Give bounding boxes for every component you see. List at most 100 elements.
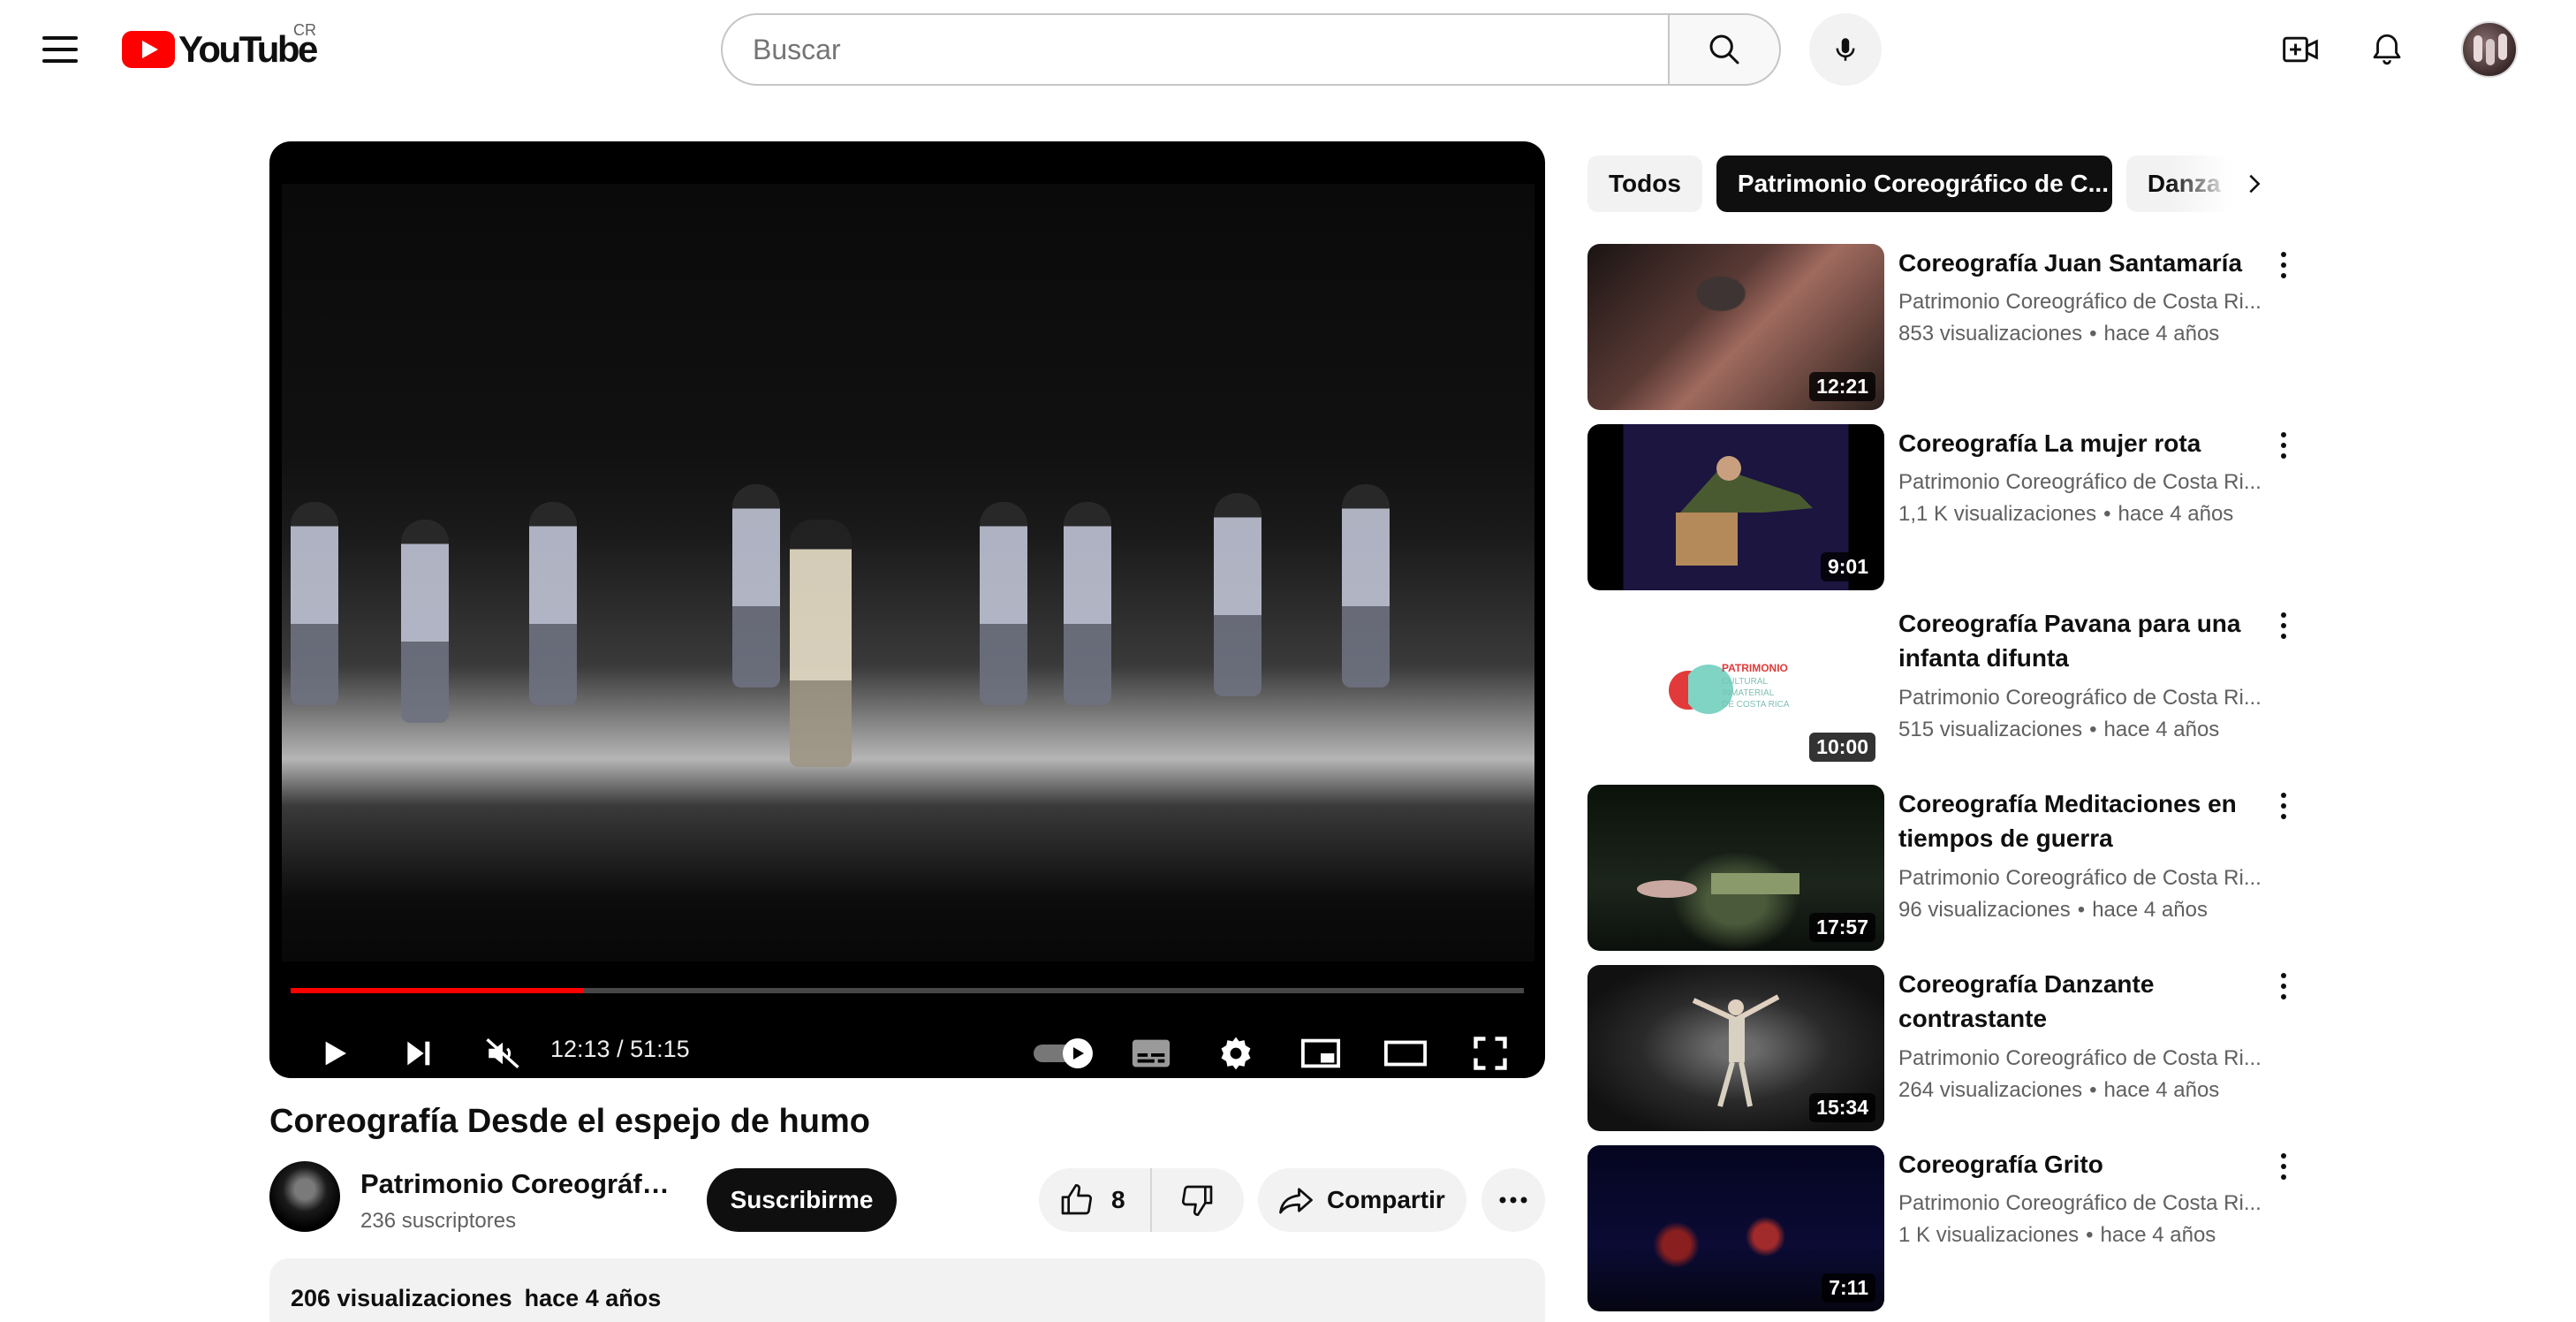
svg-text:CULTURAL: CULTURAL xyxy=(1722,677,1768,687)
like-dislike-group: 8 xyxy=(1039,1168,1244,1232)
search-input[interactable] xyxy=(753,33,1668,66)
video-thumbnail[interactable]: PATRIMONIO CULTURAL INMATERIAL DE COSTA … xyxy=(1587,604,1884,771)
video-thumbnail[interactable]: 17:57 xyxy=(1587,785,1884,951)
voice-search-button[interactable] xyxy=(1809,13,1882,86)
recommendation-item[interactable]: 15:34 Coreografía Danzante contrastante … xyxy=(1587,965,2294,1131)
video-thumbnail[interactable]: 15:34 xyxy=(1587,965,1884,1131)
recommendation-item[interactable]: 17:57 Coreografía Meditaciones en tiempo… xyxy=(1587,785,2294,951)
progress-bar[interactable] xyxy=(291,988,1524,993)
theater-mode-button[interactable] xyxy=(1377,1025,1434,1078)
recommendation-age: hace 4 años xyxy=(2103,1078,2220,1102)
subscribe-button[interactable]: Suscribirme xyxy=(707,1168,897,1232)
like-button[interactable]: 8 xyxy=(1039,1168,1152,1232)
chip-todos[interactable]: Todos xyxy=(1587,156,1702,212)
progress-played xyxy=(291,988,585,993)
video-duration: 9:01 xyxy=(1820,552,1875,581)
recommendation-views: 96 visualizaciones xyxy=(1898,898,2071,922)
more-options-icon[interactable] xyxy=(2266,1145,2301,1188)
dancer-figure xyxy=(732,484,780,688)
more-options-icon[interactable] xyxy=(2266,785,2301,827)
video-player[interactable]: 12:13 / 51:15 xyxy=(269,141,1545,1078)
svg-text:PATRIMONIO: PATRIMONIO xyxy=(1722,662,1788,674)
more-options-icon[interactable] xyxy=(2266,965,2301,1007)
recommendation-item[interactable]: 9:01 Coreografía La mujer rota Patrimoni… xyxy=(1587,424,2294,590)
time-display: 12:13 / 51:15 xyxy=(550,1036,690,1062)
video-thumbnail[interactable]: 9:01 xyxy=(1587,424,1884,590)
more-options-icon[interactable] xyxy=(2266,604,2301,647)
theater-mode-icon xyxy=(1383,1040,1428,1067)
account-avatar[interactable] xyxy=(2461,21,2518,78)
play-icon xyxy=(325,1041,346,1066)
search-button[interactable] xyxy=(1668,13,1781,86)
region-code: CR xyxy=(293,21,316,39)
skip-next-icon xyxy=(407,1041,430,1066)
masthead: YouTube CR xyxy=(0,0,2576,99)
recommendation-item[interactable]: PATRIMONIO CULTURAL INMATERIAL DE COSTA … xyxy=(1587,604,2294,771)
notifications-bell-icon xyxy=(2373,34,2401,65)
dancer-figure xyxy=(291,502,338,705)
view-count: 206 visualizaciones xyxy=(291,1285,512,1311)
gear-icon xyxy=(1221,1037,1251,1070)
more-actions-button[interactable] xyxy=(1481,1168,1545,1232)
miniplayer-button[interactable] xyxy=(1292,1025,1349,1078)
mute-button[interactable] xyxy=(474,1025,531,1078)
recommendation-views: 515 visualizaciones xyxy=(1898,718,2083,741)
recommendation-meta: Patrimonio Coreográfico de Costa Ri... 9… xyxy=(1898,862,2269,926)
share-button[interactable]: Compartir xyxy=(1258,1168,1466,1232)
search-bar xyxy=(721,13,1781,86)
recommendation-title[interactable]: Coreografía La mujer rota xyxy=(1898,426,2269,460)
more-options-icon[interactable] xyxy=(2266,244,2301,286)
recommendation-channel[interactable]: Patrimonio Coreográfico de Costa Ri... xyxy=(1898,286,2269,318)
notifications-button[interactable] xyxy=(2353,16,2421,83)
dislike-button[interactable] xyxy=(1152,1168,1244,1232)
description-box[interactable]: 206 visualizaciones hace 4 años xyxy=(269,1258,1545,1322)
search-box[interactable] xyxy=(721,13,1668,86)
more-options-icon[interactable] xyxy=(2266,424,2301,467)
video-title: Coreografía Desde el espejo de humo xyxy=(269,1103,870,1140)
recommendation-views: 853 visualizaciones xyxy=(1898,322,2083,346)
menu-icon[interactable] xyxy=(35,27,85,72)
share-arrow-icon xyxy=(1279,1188,1313,1214)
recommendation-title[interactable]: Coreografía Juan Santamaría xyxy=(1898,246,2269,280)
recommendation-channel[interactable]: Patrimonio Coreográfico de Costa Ri... xyxy=(1898,1043,2269,1075)
recommendation-title[interactable]: Coreografía Grito xyxy=(1898,1147,2269,1181)
create-video-icon xyxy=(2283,36,2318,63)
video-thumbnail[interactable]: 12:21 xyxy=(1587,244,1884,410)
chip-channel[interactable]: Patrimonio Coreográfico de C... xyxy=(1716,156,2112,212)
youtube-play-logo-icon xyxy=(122,31,175,68)
dancer-figure xyxy=(1214,493,1261,696)
recommendation-channel[interactable]: Patrimonio Coreográfico de Costa Ri... xyxy=(1898,1188,2269,1219)
fullscreen-button[interactable] xyxy=(1462,1025,1519,1078)
video-duration: 12:21 xyxy=(1809,372,1875,401)
video-thumbnail[interactable]: 7:11 xyxy=(1587,1145,1884,1311)
recommendation-views: 1,1 K visualizaciones xyxy=(1898,502,2097,526)
video-duration: 10:00 xyxy=(1809,733,1875,762)
recommendation-channel[interactable]: Patrimonio Coreográfico de Costa Ri... xyxy=(1898,682,2269,714)
recommendation-title[interactable]: Coreografía Meditaciones en tiempos de g… xyxy=(1898,786,2269,855)
video-duration: 7:11 xyxy=(1822,1273,1875,1303)
settings-button[interactable] xyxy=(1208,1025,1264,1078)
video-frame[interactable] xyxy=(282,184,1534,961)
dancer-figure xyxy=(1064,502,1111,705)
recommendation-channel[interactable]: Patrimonio Coreográfico de Costa Ri... xyxy=(1898,467,2269,498)
dancer-figure xyxy=(1342,484,1390,688)
recommendation-channel[interactable]: Patrimonio Coreográfico de Costa Ri... xyxy=(1898,862,2269,894)
channel-avatar[interactable] xyxy=(269,1161,340,1232)
video-duration: 15:34 xyxy=(1809,1093,1875,1122)
chips-scroll-right-button[interactable] xyxy=(2226,156,2283,212)
subtitles-button[interactable] xyxy=(1123,1025,1179,1078)
recommendation-title[interactable]: Coreografía Danzante contrastante xyxy=(1898,967,2269,1036)
channel-name[interactable]: Patrimonio Coreográfico de Costa Rica xyxy=(360,1168,670,1200)
youtube-logo[interactable]: YouTube xyxy=(122,27,318,72)
next-button[interactable] xyxy=(390,1025,446,1078)
create-button[interactable] xyxy=(2267,16,2334,83)
play-button[interactable] xyxy=(305,1025,361,1078)
recommendation-item[interactable]: 7:11 Coreografía Grito Patrimonio Coreog… xyxy=(1587,1145,2294,1311)
chip-danza[interactable]: Danza xyxy=(2125,156,2232,212)
recommendation-age: hace 4 años xyxy=(2100,1223,2216,1247)
recommendation-title[interactable]: Coreografía Pavana para una infanta difu… xyxy=(1898,606,2269,675)
more-horizontal-icon xyxy=(1499,1197,1527,1204)
recommendation-views: 1 K visualizaciones xyxy=(1898,1223,2080,1247)
autoplay-toggle[interactable] xyxy=(1024,1025,1103,1078)
recommendation-item[interactable]: 12:21 Coreografía Juan Santamaría Patrim… xyxy=(1587,244,2294,410)
